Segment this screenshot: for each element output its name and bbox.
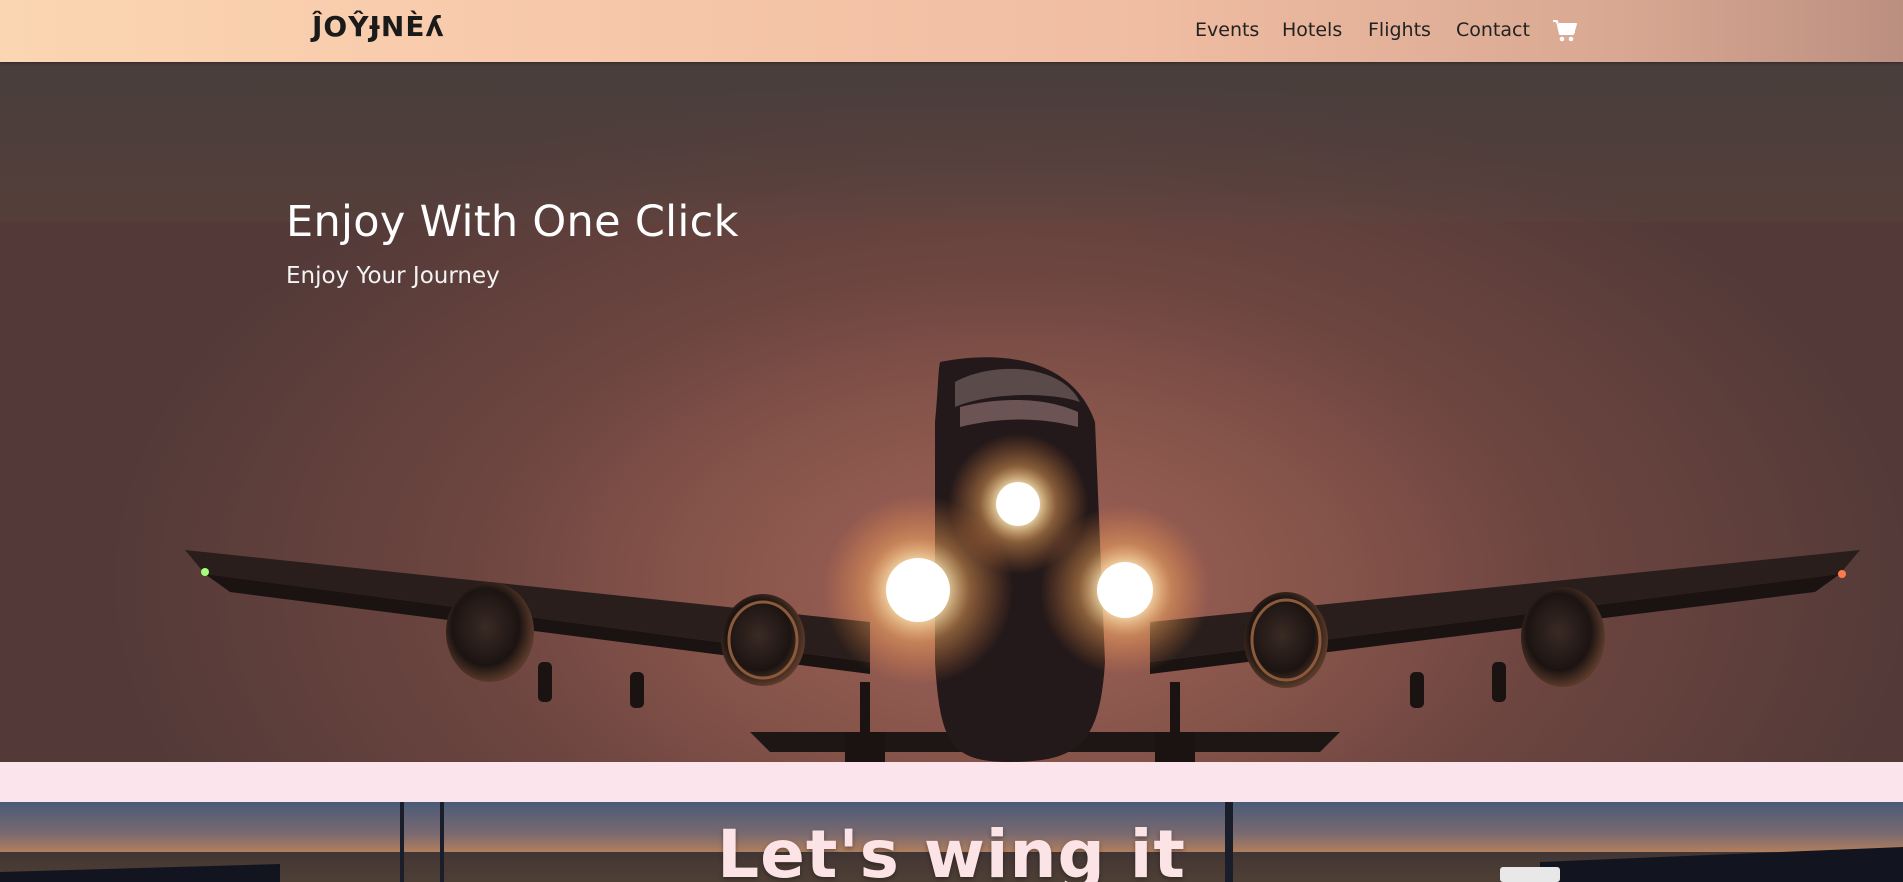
nav-link-contact[interactable]: Contact <box>1456 19 1530 41</box>
shopping-cart-icon[interactable] <box>1552 19 1578 43</box>
hero-subtitle: Enjoy Your Journey <box>286 263 500 289</box>
nav-link-hotels[interactable]: Hotels <box>1282 19 1342 41</box>
hero-banner: Enjoy With One Click Enjoy Your Journey <box>0 62 1903 762</box>
airplane-image <box>185 357 1860 762</box>
nav-links: Events Hotels Flights Contact <box>0 0 1903 62</box>
hero-title: Enjoy With One Click <box>286 197 739 247</box>
navbar: ĴOŶɈNÈʎ Events Hotels Flights Contact <box>0 0 1903 62</box>
section-title: Let's wing it <box>717 816 1186 882</box>
wing-it-banner: Let's wing it <box>0 802 1903 882</box>
nav-link-events[interactable]: Events <box>1195 19 1259 41</box>
section-spacer <box>0 762 1903 802</box>
nav-link-flights[interactable]: Flights <box>1368 19 1431 41</box>
